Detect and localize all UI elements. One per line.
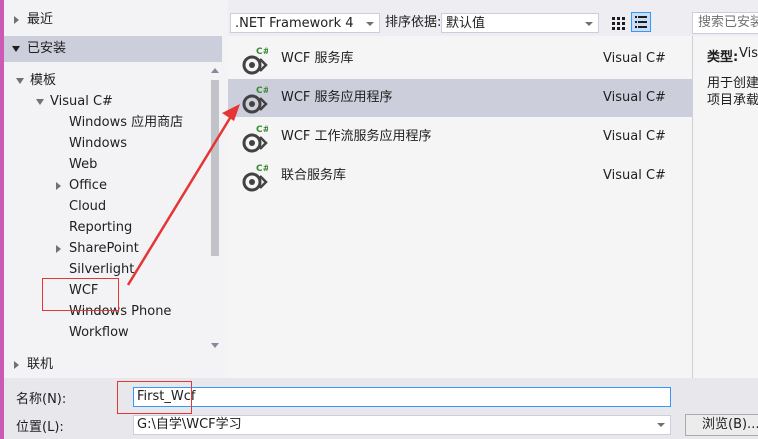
annotation-arrow (126, 104, 240, 286)
